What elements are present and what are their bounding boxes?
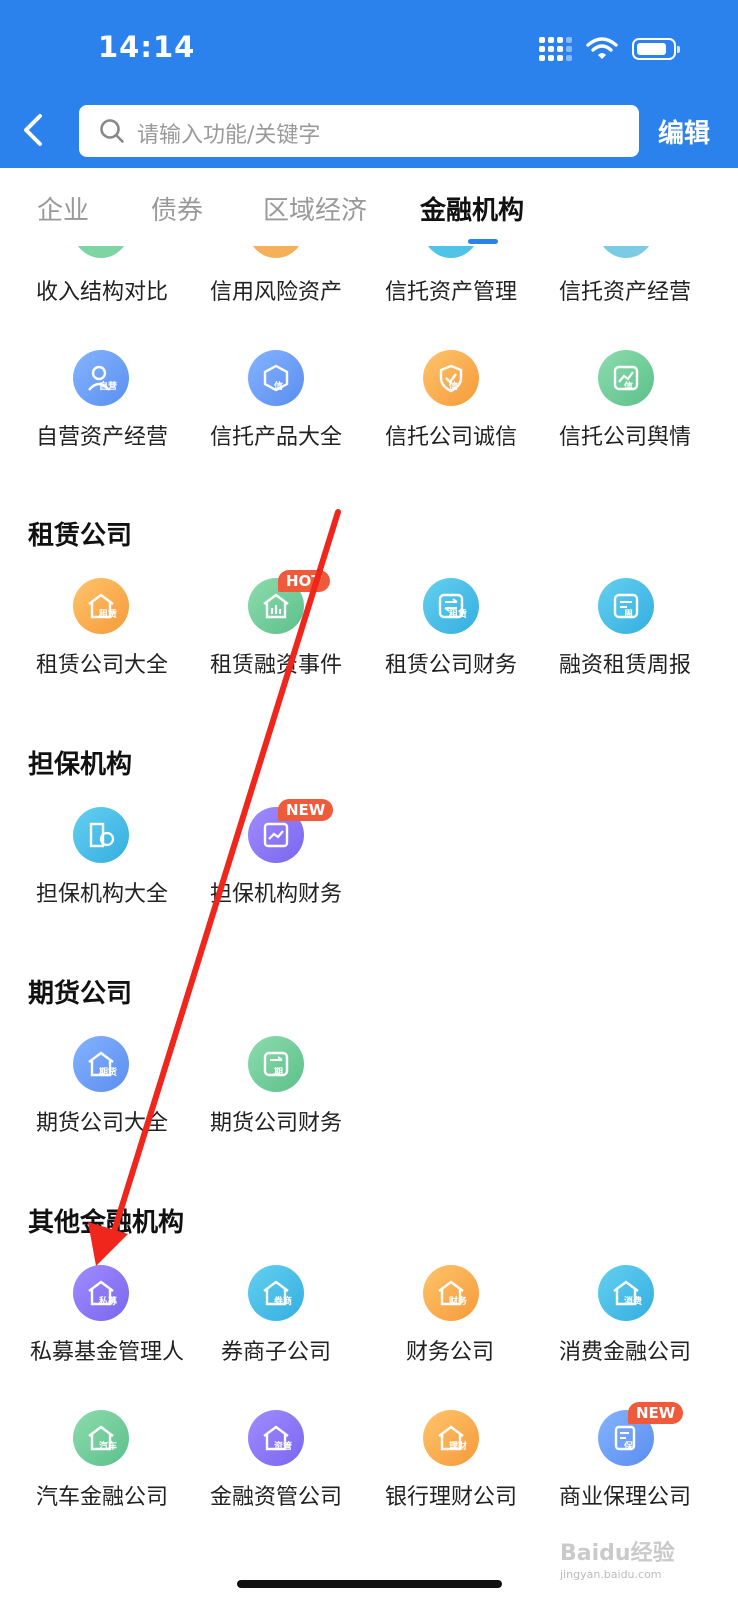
item-trust-products[interactable]: 信托产品大全 bbox=[210, 419, 342, 451]
section-title-leasing: 租赁公司 bbox=[28, 521, 133, 551]
item-leasing-financing-events[interactable]: 租赁融资事件 bbox=[210, 647, 342, 679]
bank-wealth-icon[interactable]: 理财 bbox=[423, 1410, 479, 1466]
item-futures-finance[interactable]: 期货公司财务 bbox=[210, 1105, 342, 1137]
item-guarantee-all[interactable]: 担保机构大全 bbox=[36, 876, 168, 908]
active-tab-indicator bbox=[468, 239, 498, 244]
item-guarantee-finance[interactable]: 担保机构财务 bbox=[210, 876, 342, 908]
item-trust-honesty[interactable]: 信托公司诚信 bbox=[385, 419, 517, 451]
battery-icon bbox=[632, 38, 680, 60]
item-commercial-factoring[interactable]: 商业保理公司 bbox=[559, 1479, 691, 1511]
home-indicator[interactable] bbox=[237, 1580, 502, 1588]
cellular-signal-icon bbox=[539, 37, 572, 61]
asset-mgmt-icon[interactable]: 资管 bbox=[248, 1410, 304, 1466]
consumer-finance-icon[interactable]: 消费 bbox=[598, 1265, 654, 1321]
item-trust-asset-operation[interactable]: 信托资产经营 bbox=[559, 274, 691, 306]
broker-sub-icon[interactable]: 券商 bbox=[248, 1265, 304, 1321]
item-trust-asset-mgmt[interactable]: 信托资产管理 bbox=[385, 274, 517, 306]
icon-text: 财务 bbox=[449, 1297, 468, 1307]
search-icon bbox=[100, 119, 124, 143]
item-consumer-finance[interactable]: 消费金融公司 bbox=[559, 1334, 691, 1366]
search-input[interactable]: 请输入功能/关键字 bbox=[79, 105, 639, 157]
item-futures-all[interactable]: 期货公司大全 bbox=[36, 1105, 168, 1137]
leasing-weekly-icon[interactable]: 周 bbox=[598, 578, 654, 634]
icon-text: 汽车 bbox=[99, 1442, 118, 1452]
guarantee-all-icon[interactable] bbox=[73, 807, 129, 863]
icon-text: 私募 bbox=[99, 1297, 118, 1307]
item-trust-sentiment[interactable]: 信托公司舆情 bbox=[559, 419, 691, 451]
item-auto-finance[interactable]: 汽车金融公司 bbox=[36, 1479, 168, 1511]
self-operated-icon[interactable]: 自营 bbox=[73, 350, 129, 406]
icon-text: 理财 bbox=[449, 1442, 468, 1452]
trust-product-icon[interactable]: 信 bbox=[248, 350, 304, 406]
auto-finance-icon[interactable]: 汽车 bbox=[73, 1410, 129, 1466]
tab-bonds[interactable]: 债券 bbox=[151, 190, 203, 227]
item-income-structure[interactable]: 收入结构对比 bbox=[36, 274, 168, 306]
section-title-other-institutions: 其他金融机构 bbox=[28, 1208, 185, 1238]
icon-text: 期 bbox=[274, 1068, 284, 1078]
hot-tag: HOT bbox=[278, 570, 330, 592]
category-tabs: 企业 债券 区域经济 金融机构 bbox=[0, 168, 738, 244]
futures-finance-icon[interactable]: 期 bbox=[248, 1036, 304, 1092]
new-tag: NEW bbox=[628, 1402, 684, 1424]
tab-regional-economy[interactable]: 区域经济 bbox=[263, 190, 367, 227]
icon-text: 信 bbox=[624, 382, 634, 392]
item-self-operated[interactable]: 自营资产经营 bbox=[36, 419, 168, 451]
icon-text: 租赁 bbox=[449, 610, 468, 620]
edit-button[interactable]: 编辑 bbox=[658, 113, 710, 150]
tab-enterprise[interactable]: 企业 bbox=[37, 190, 89, 227]
icon-text: 期货 bbox=[99, 1068, 118, 1078]
icon-text: 信 bbox=[449, 382, 459, 392]
item-leasing-weekly[interactable]: 融资租赁周报 bbox=[559, 647, 691, 679]
back-arrow-icon[interactable] bbox=[18, 110, 48, 150]
trust-sentiment-icon[interactable]: 信 bbox=[598, 350, 654, 406]
private-fund-icon[interactable]: 私募 bbox=[73, 1265, 129, 1321]
item-leasing-all[interactable]: 租赁公司大全 bbox=[36, 647, 168, 679]
app-header: 14:14 请输入功能/关键字 编辑 bbox=[0, 0, 738, 168]
status-icons bbox=[539, 34, 680, 64]
icon-text: 自营 bbox=[99, 382, 118, 392]
trust-honesty-icon[interactable]: 信 bbox=[423, 350, 479, 406]
item-bank-wealth[interactable]: 银行理财公司 bbox=[385, 1479, 517, 1511]
icon-text: 资管 bbox=[274, 1442, 293, 1452]
watermark-url: jingyan.baidu.com bbox=[560, 1568, 662, 1581]
icon-text: 周 bbox=[624, 610, 634, 620]
finance-company-icon[interactable]: 财务 bbox=[423, 1265, 479, 1321]
section-title-futures: 期货公司 bbox=[28, 979, 133, 1009]
item-credit-risk-assets[interactable]: 信用风险资产 bbox=[210, 274, 342, 306]
watermark-logo: Baidu经验 bbox=[560, 1541, 675, 1566]
icon-text: 券商 bbox=[274, 1297, 293, 1307]
wifi-icon bbox=[586, 37, 618, 59]
status-time: 14:14 bbox=[98, 30, 196, 64]
icon-text: 信 bbox=[274, 382, 284, 392]
icon-text: 租赁 bbox=[99, 610, 118, 620]
leasing-finance-icon[interactable]: 租赁 bbox=[423, 578, 479, 634]
item-leasing-finance[interactable]: 租赁公司财务 bbox=[385, 647, 517, 679]
item-broker-subsidiary[interactable]: 券商子公司 bbox=[221, 1334, 331, 1366]
icon-text: 保 bbox=[624, 1442, 634, 1452]
tab-financial-institutions[interactable]: 金融机构 bbox=[420, 190, 524, 227]
futures-all-icon[interactable]: 期货 bbox=[73, 1036, 129, 1092]
new-tag: NEW bbox=[278, 799, 334, 821]
item-private-fund-manager[interactable]: 私募基金管理人 bbox=[30, 1334, 184, 1366]
section-title-guarantee: 担保机构 bbox=[28, 750, 133, 780]
item-finance-company[interactable]: 财务公司 bbox=[406, 1334, 494, 1366]
search-placeholder: 请输入功能/关键字 bbox=[137, 123, 321, 148]
item-asset-mgmt-company[interactable]: 金融资管公司 bbox=[210, 1479, 342, 1511]
icon-text: 消费 bbox=[624, 1297, 643, 1307]
leasing-all-icon[interactable]: 租赁 bbox=[73, 578, 129, 634]
